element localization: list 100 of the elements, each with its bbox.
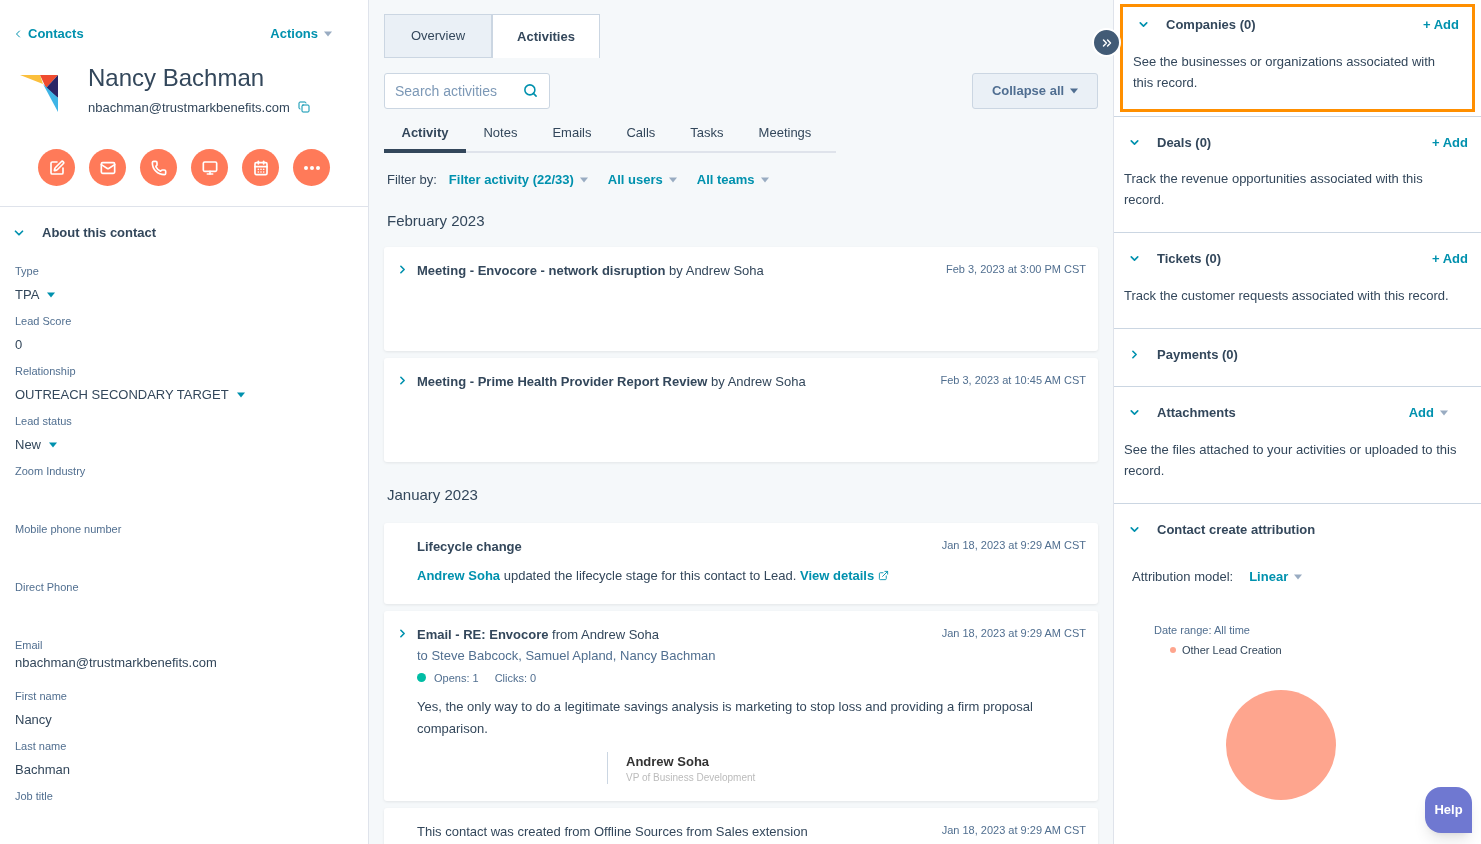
section-description: Track the revenue opportunities associated with this record. xyxy=(1124,170,1424,209)
add-menu[interactable]: Add xyxy=(1408,403,1448,423)
section-title: Attachments xyxy=(1157,404,1236,422)
date-range-text: Date range: All time xyxy=(1153,622,1251,638)
field-label: Direct Phone xyxy=(15,579,80,595)
field-value: Bachman xyxy=(15,761,70,779)
monitor-button[interactable] xyxy=(191,149,228,186)
copy-icon[interactable] xyxy=(297,101,310,114)
note-icon xyxy=(48,159,65,176)
field-label: Lead Score xyxy=(15,313,73,329)
add-link[interactable]: + Add xyxy=(1432,132,1468,152)
help-button[interactable]: Help xyxy=(1425,787,1472,833)
external-link-icon xyxy=(878,570,890,582)
activity-tab[interactable]: Tasks xyxy=(672,116,742,153)
field-label: Last name xyxy=(15,738,68,754)
search-field[interactable]: Search activities xyxy=(384,73,550,109)
section-description: See the files attached to your activities or uploaded to this record. xyxy=(1124,440,1458,480)
caret-icon xyxy=(760,176,769,183)
caret-icon xyxy=(1440,409,1448,416)
caret-icon xyxy=(579,176,588,183)
tab[interactable]: Activities xyxy=(492,14,600,58)
field-dropdown[interactable]: New xyxy=(15,435,41,455)
activity-title: Email - RE: Envocore from Andrew Soha xyxy=(417,625,660,644)
email-body: Yes, the only way to do a legitimate savings analysis is marketing to stop loss and providing a firm proposal comparison. xyxy=(417,698,1034,738)
activity-title: This contact was created from Offline Sources from Sales extension xyxy=(417,822,808,841)
activity-time: Jan 18, 2023 at 9:29 AM CST xyxy=(941,537,1086,553)
field-label: Lead status xyxy=(15,413,73,429)
section-description: See the businesses or organizations associated with this record. xyxy=(1133,52,1437,92)
section-title: Companies (0) xyxy=(1166,16,1256,34)
email-button[interactable] xyxy=(89,149,126,186)
caret-icon xyxy=(668,176,677,183)
field-label: First name xyxy=(15,688,68,704)
field-dropdown[interactable]: TPA xyxy=(15,285,40,305)
section-title: Tickets (0) xyxy=(1157,250,1222,268)
email-icon xyxy=(99,159,116,176)
filter-dropdown[interactable]: All teams xyxy=(696,170,769,190)
signature-name: Andrew Soha xyxy=(626,753,711,771)
activity-tab[interactable]: Notes xyxy=(465,116,535,153)
month-heading: January 2023 xyxy=(386,485,479,505)
add-link[interactable]: + Add xyxy=(1432,249,1468,269)
activity-tab[interactable]: Calls xyxy=(608,116,673,153)
tab[interactable]: Overview xyxy=(384,14,492,58)
activity-time: Jan 18, 2023 at 9:29 AM CST xyxy=(941,822,1086,838)
month-heading: February 2023 xyxy=(386,210,486,231)
caret-icon xyxy=(47,291,56,298)
section-title: About this contact xyxy=(42,224,157,242)
section-title: Payments (0) xyxy=(1157,345,1238,364)
activity-time: Feb 3, 2023 at 3:00 PM CST xyxy=(945,262,1086,277)
activity-tab[interactable]: Emails xyxy=(534,116,609,153)
actions-menu[interactable]: Actions xyxy=(270,24,332,44)
caret-icon xyxy=(324,30,332,37)
back-link[interactable]: Contacts xyxy=(12,24,84,44)
caret-icon xyxy=(1070,88,1079,94)
phone-button[interactable] xyxy=(140,149,177,186)
field-dropdown[interactable]: OUTREACH SECONDARY TARGET xyxy=(15,385,229,405)
filter-dropdown[interactable]: Filter activity (22/33) xyxy=(448,170,588,190)
legend-label: Other Lead Creation xyxy=(1182,643,1282,658)
filter-dropdown[interactable]: All users xyxy=(607,170,677,190)
calendar-icon xyxy=(252,159,269,176)
section-description: Track the customer requests associated with this record. xyxy=(1124,286,1450,305)
activity-tab[interactable]: Activity xyxy=(384,116,466,153)
field-value: 0 xyxy=(15,336,23,354)
field-label: Zoom Industry xyxy=(15,463,87,479)
monitor-icon xyxy=(201,159,218,176)
more-button[interactable] xyxy=(293,149,330,186)
activity-title: Meeting - Envocore - network disruption by Andrew Soha xyxy=(417,262,764,280)
filter-label: Filter by: xyxy=(387,171,437,189)
activity-tab[interactable]: Meetings xyxy=(741,116,829,153)
recipients-text: to Steve Babcock, Samuel Apland, Nancy Bachman xyxy=(417,647,717,665)
contact-name: Nancy Bachman xyxy=(88,62,266,93)
section-title: Deals (0) xyxy=(1157,133,1212,152)
field-value: Nancy xyxy=(15,711,52,729)
field-label: Job title xyxy=(15,788,54,804)
opens-count: Opens: 1 xyxy=(434,670,479,686)
clicks-count: Clicks: 0 xyxy=(494,670,537,686)
field-label: Email xyxy=(15,637,44,653)
activity-title: Meeting - Prime Health Provider Report Review by Andrew Soha xyxy=(417,373,806,391)
user-link[interactable]: Andrew Soha xyxy=(417,568,501,583)
view-details-link[interactable]: View details xyxy=(800,566,890,586)
more-icon xyxy=(303,165,320,170)
activity-time: Feb 3, 2023 at 10:45 AM CST xyxy=(940,373,1086,388)
activity-title: Lifecycle change xyxy=(417,537,522,556)
attribution-model-label: Attribution model: xyxy=(1132,568,1234,586)
activity-time: Jan 18, 2023 at 9:29 AM CST xyxy=(941,625,1086,641)
add-link[interactable]: + Add xyxy=(1423,15,1459,35)
field-label: Type xyxy=(15,263,40,279)
contact-email: nbachman@trustmarkbenefits.com xyxy=(88,98,290,117)
field-label: Relationship xyxy=(15,363,77,379)
field-value: nbachman@trustmarkbenefits.com xyxy=(15,654,217,672)
collapse-all-button[interactable]: Collapse all xyxy=(972,73,1098,109)
caret-icon xyxy=(1294,573,1303,580)
attribution-model-dropdown[interactable]: Linear xyxy=(1249,567,1303,587)
search-icon xyxy=(523,83,538,98)
caret-icon xyxy=(49,441,57,448)
note-button[interactable] xyxy=(38,149,75,186)
field-label: Mobile phone number xyxy=(15,521,123,537)
calendar-button[interactable] xyxy=(242,149,279,186)
phone-icon xyxy=(150,159,167,176)
signature-title: VP of Business Development xyxy=(626,771,757,784)
caret-icon xyxy=(236,391,245,398)
